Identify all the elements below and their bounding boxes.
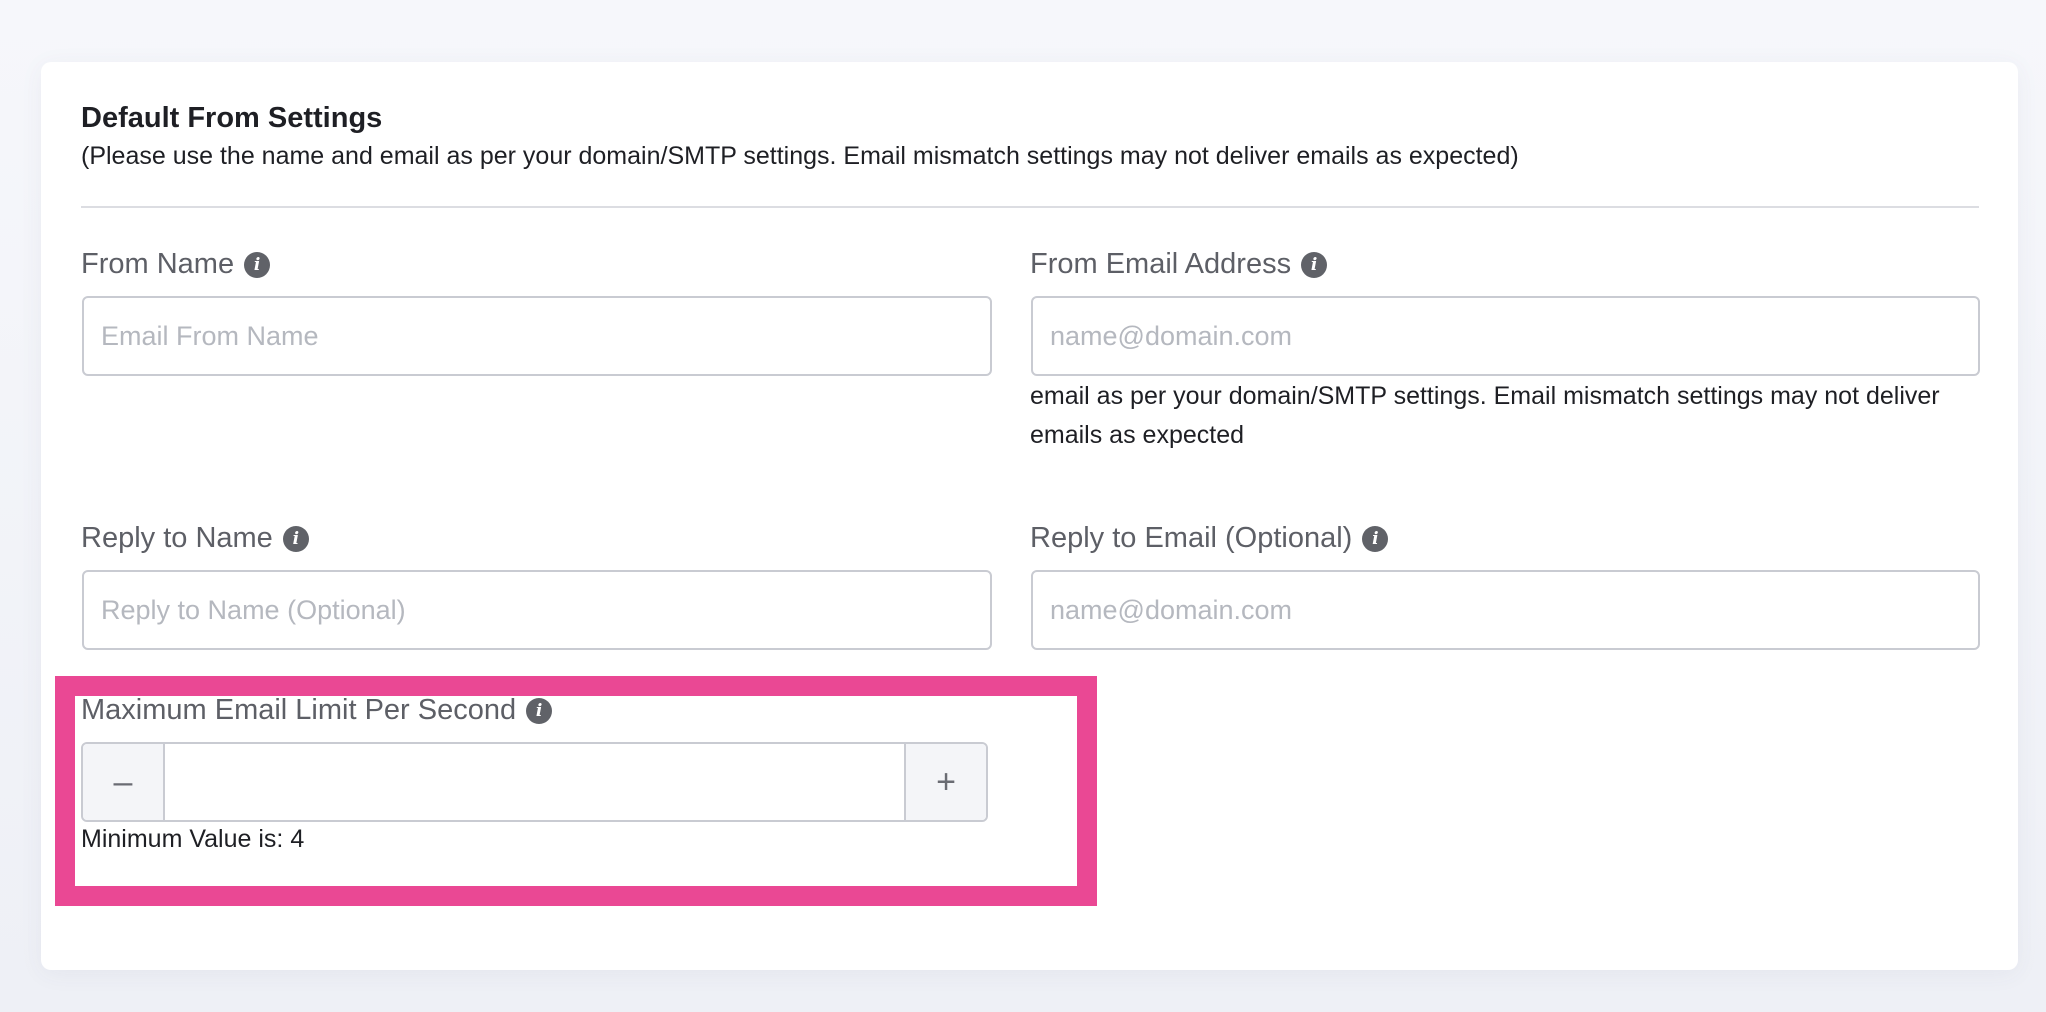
min-value-note: Minimum Value is: 4 (81, 825, 305, 853)
reply-name-input[interactable] (82, 570, 992, 650)
from-email-input[interactable] (1031, 296, 1980, 376)
increment-button[interactable]: + (904, 744, 986, 820)
max-limit-input[interactable] (165, 744, 904, 820)
reply-name-label: Reply to Name (81, 522, 273, 554)
max-limit-label-row: Maximum Email Limit Per Second i (81, 694, 553, 727)
reply-name-label-row: Reply to Name i (81, 522, 309, 555)
info-icon[interactable]: i (244, 251, 271, 278)
info-icon[interactable]: i (282, 525, 309, 552)
reply-email-label: Reply to Email (Optional) (1030, 522, 1353, 554)
from-email-label: From Email Address (1030, 248, 1292, 280)
section-title: Default From Settings (81, 102, 383, 134)
from-name-label-row: From Name i (81, 248, 271, 281)
minus-icon: – (113, 762, 133, 801)
from-email-label-row: From Email Address i (1030, 248, 1328, 281)
section-divider (81, 206, 1979, 208)
info-icon[interactable]: i (1362, 525, 1389, 552)
info-icon[interactable]: i (1301, 251, 1328, 278)
decrement-button[interactable]: – (83, 744, 165, 820)
from-name-label: From Name (81, 248, 235, 280)
reply-email-label-row: Reply to Email (Optional) i (1030, 522, 1389, 555)
from-name-input[interactable] (82, 296, 992, 376)
max-limit-label: Maximum Email Limit Per Second (81, 694, 517, 726)
reply-email-input[interactable] (1031, 570, 1980, 650)
settings-card: Default From Settings (Please use the na… (41, 62, 2018, 970)
section-subtitle: (Please use the name and email as per yo… (81, 142, 1519, 170)
from-email-hint: email as per your domain/SMTP settings. … (1030, 382, 1940, 449)
plus-icon: + (936, 762, 956, 801)
max-limit-stepper: – + (81, 742, 988, 822)
info-icon[interactable]: i (526, 697, 553, 724)
